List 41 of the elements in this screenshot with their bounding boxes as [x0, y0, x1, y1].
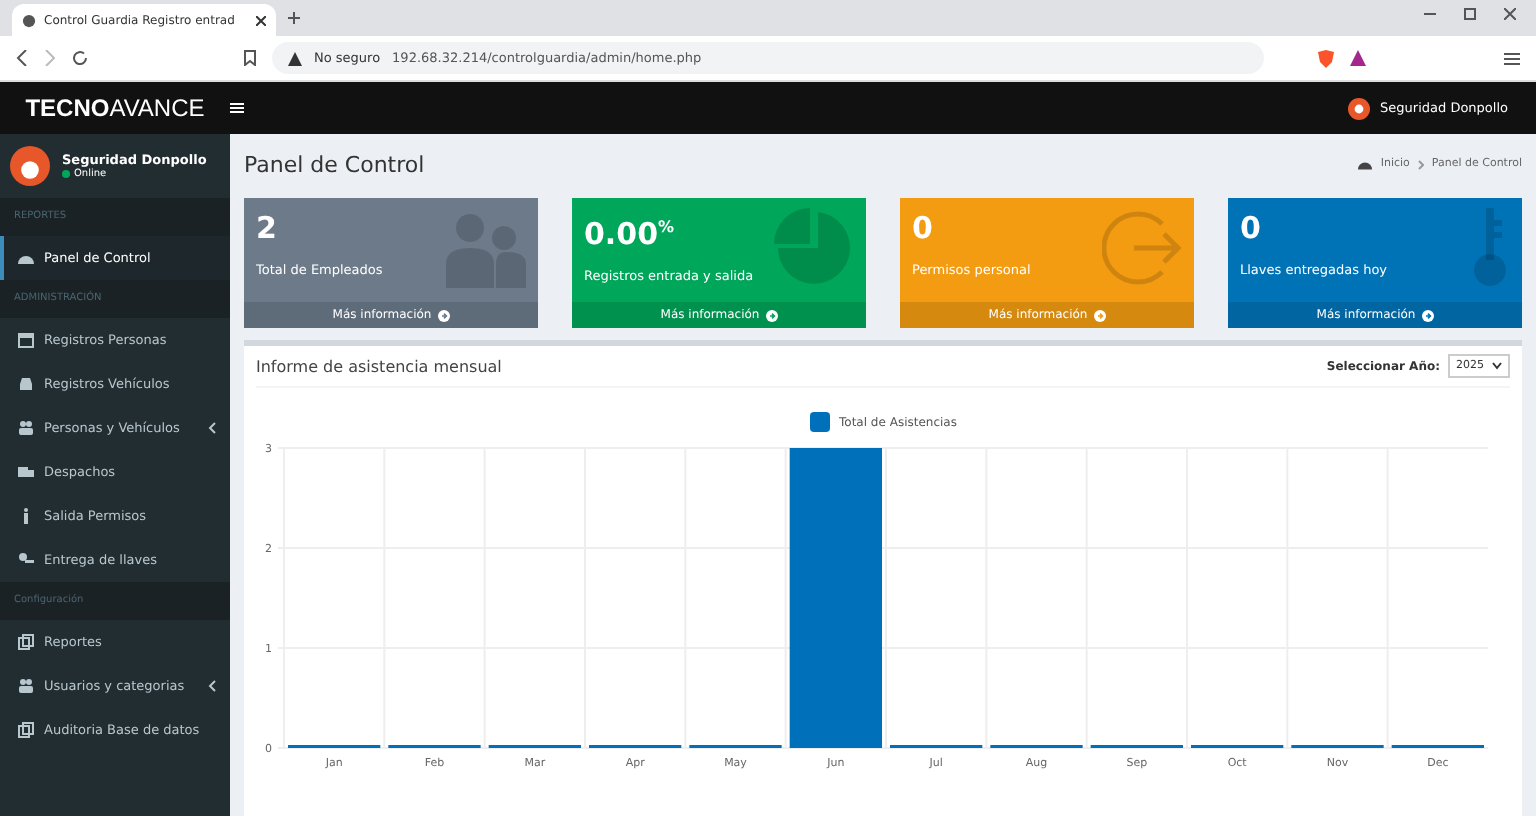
warning-icon [288, 51, 302, 65]
dashboard-icon [1358, 159, 1373, 169]
bookmark-icon[interactable] [244, 50, 256, 66]
globe-icon [22, 13, 36, 27]
status-dot [62, 170, 70, 178]
page-title: Panel de Control [244, 151, 425, 177]
gauge-icon [18, 250, 34, 266]
stat-value: 0 [912, 208, 933, 248]
close-icon[interactable] [256, 15, 266, 25]
truck-icon [18, 464, 34, 480]
copy-icon [18, 634, 34, 650]
pie-chart-icon [774, 208, 854, 288]
walk-icon [18, 508, 34, 524]
stat-value: 0 [1240, 208, 1261, 248]
stat-value: 2 [256, 208, 277, 248]
maximize-icon[interactable] [1464, 8, 1476, 20]
calendar-icon [18, 332, 34, 348]
stat-value: 0.00$^{%}$ [584, 214, 675, 254]
car-icon [18, 376, 34, 392]
users-icon [18, 420, 34, 436]
copy-icon [18, 722, 34, 738]
chevron-icon [1417, 159, 1424, 169]
caret-icon [1492, 362, 1502, 370]
triangle-icon[interactable] [1350, 50, 1368, 66]
legend-swatch [809, 412, 830, 432]
avatar-icon [1348, 97, 1371, 119]
arrow-circle-icon [1093, 309, 1106, 321]
brand-logo[interactable]: TECNOAVANCE [0, 94, 230, 122]
panel-title: Informe de asistencia mensual [256, 357, 502, 375]
arrow-circle-icon [765, 309, 778, 321]
minimize-icon[interactable] [1424, 8, 1436, 20]
arrow-circle-icon [1421, 309, 1434, 321]
back-icon[interactable] [16, 50, 28, 66]
new-tab-icon[interactable] [288, 12, 300, 24]
users-icon [18, 678, 34, 694]
sign-out-icon [1102, 208, 1182, 288]
reload-icon[interactable] [72, 50, 88, 66]
avatar-icon [10, 146, 50, 186]
close-icon[interactable] [1504, 8, 1516, 20]
menu-icon[interactable] [1504, 51, 1520, 65]
arrow-circle-icon [437, 309, 450, 321]
